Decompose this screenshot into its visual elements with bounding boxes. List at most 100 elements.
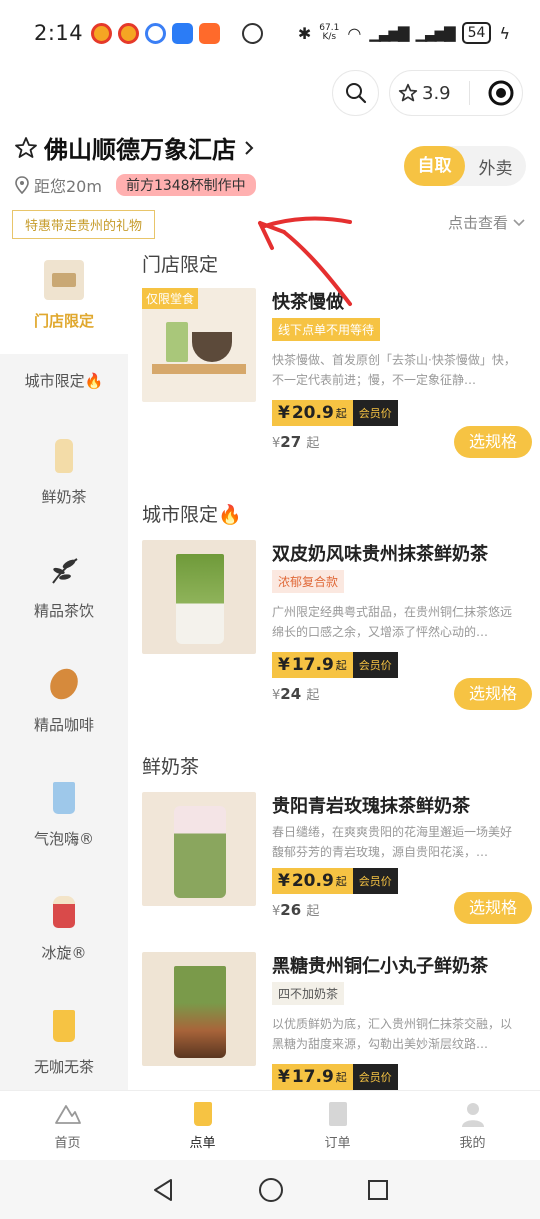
wifi-icon: ◠ xyxy=(347,23,362,43)
product-description: 快茶慢做、首发原创「去茶山·快茶慢做」快，不一定代表前进；慢，不一定象征静… xyxy=(272,353,516,387)
product-image xyxy=(142,952,256,1066)
top-bar: 3.9 xyxy=(0,70,540,116)
member-label: 会员价 xyxy=(352,868,398,894)
recents-icon[interactable] xyxy=(367,1179,389,1201)
sidebar-item-premium-tea[interactable]: 精品茶饮 xyxy=(0,550,128,626)
member-label: 会员价 xyxy=(352,400,398,426)
product-description: 以优质鲜奶为底，汇入贵州铜仁抹茶交融，以黑糖为甜度来源，勾勒出美妙渐层纹路… xyxy=(272,1017,513,1051)
sidebar-item-fresh-milk-tea[interactable]: 鲜奶茶 xyxy=(0,436,128,512)
charging-icon: ϟ xyxy=(499,23,510,43)
bottom-tab-bar: 首页 点单 订单 我的 xyxy=(0,1090,540,1160)
tab-orders[interactable]: 订单 xyxy=(270,1091,405,1160)
tab-profile[interactable]: 我的 xyxy=(405,1091,540,1160)
section-title: 门店限定 xyxy=(142,254,219,276)
tab-label: 首页 xyxy=(54,1136,81,1151)
search-icon xyxy=(345,83,366,104)
sparkling-cup-icon xyxy=(44,778,84,818)
notification-icons xyxy=(91,22,264,44)
member-price: ¥20.9 起 会员价 xyxy=(272,400,398,426)
product-name: 贵阳青岩玫瑰抹茶鲜奶茶 xyxy=(272,796,470,817)
product-name: 黑糖贵州铜仁小丸子鲜奶茶 xyxy=(272,956,488,977)
view-all-label: 点击查看 xyxy=(447,214,508,232)
original-price: ¥24 起 xyxy=(272,685,320,703)
view-all-link[interactable]: 点击查看 xyxy=(448,212,526,233)
section-title: 城市限定🔥 xyxy=(142,504,242,526)
tab-order[interactable]: 点单 xyxy=(135,1091,270,1160)
sidebar-item-store-limited[interactable]: 门店限定 xyxy=(0,244,128,354)
close-target-button[interactable] xyxy=(488,80,514,106)
store-header: 佛山顺德万象汇店 距您20m 前方1348杯制作中 自取 外卖 xyxy=(14,130,526,197)
home-circle-icon[interactable] xyxy=(258,1177,284,1203)
bluetooth-icon: ✱ xyxy=(297,23,312,43)
chevron-down-icon xyxy=(513,218,525,226)
chevron-right-icon xyxy=(245,140,254,155)
sidebar-item-city-limited[interactable]: 城市限定🔥 xyxy=(0,370,128,400)
back-icon[interactable] xyxy=(151,1178,175,1202)
order-mode-toggle: 自取 外卖 xyxy=(404,146,526,186)
alarm-icon xyxy=(242,22,264,44)
sidebar-item-sparkling[interactable]: 气泡嗨® xyxy=(0,778,128,854)
annotation-arrow xyxy=(258,216,352,306)
location-pin-icon xyxy=(15,176,29,194)
product-tag: 四不加奶茶 xyxy=(272,982,345,1005)
weibo-icon xyxy=(118,22,140,44)
member-price: ¥17.9 起 会员价 xyxy=(272,652,398,678)
rating-button[interactable]: 3.9 xyxy=(398,83,451,104)
category-thumbnail xyxy=(44,260,84,300)
store-name: 佛山顺德万象汇店 xyxy=(44,136,236,164)
tea-leaf-icon xyxy=(44,550,84,590)
member-price: ¥17.9 起 会员价 xyxy=(272,1064,398,1090)
app-notification-icon xyxy=(145,22,167,44)
signal-icon: ▁▃▅▇ xyxy=(369,24,409,42)
store-distance: 距您20m xyxy=(34,177,102,196)
weibo-icon xyxy=(91,22,113,44)
sidebar-item-label: 气泡嗨® xyxy=(33,830,94,848)
app-notification-icon xyxy=(172,22,194,44)
sidebar-item-label: 无咖无茶 xyxy=(33,1058,94,1076)
sidebar-item-label: 精品咖啡 xyxy=(33,716,94,734)
member-label: 会员价 xyxy=(352,652,398,678)
product-card[interactable]: 双皮奶风味贵州抹茶鲜奶茶 浓郁复合款 广州限定经典粤式甜品，在贵州铜仁抹茶悠远绵… xyxy=(142,540,532,740)
tab-label: 点单 xyxy=(189,1136,216,1151)
star-icon xyxy=(398,83,418,102)
mode-delivery-tab[interactable]: 外卖 xyxy=(465,154,526,179)
product-list: 门店限定 仅限堂食 快茶慢做 线下点单不用等待 快茶慢做、首发原创「去茶山·快茶… xyxy=(128,244,540,1090)
system-nav-bar xyxy=(0,1160,540,1219)
sidebar-item-label: 鲜奶茶 xyxy=(41,488,87,506)
sidebar-item-label: 精品茶饮 xyxy=(33,602,94,620)
product-tag: 线下点单不用等待 xyxy=(272,318,381,341)
mini-program-capsule: 3.9 xyxy=(389,70,523,116)
status-right: ✱ 67.1 K/s ◠ ▁▃▅▇ ▁▃▅▇ 54 ϟ xyxy=(298,22,510,44)
app-notification-icon xyxy=(199,22,221,44)
product-name: 双皮奶风味贵州抹茶鲜奶茶 xyxy=(272,544,488,565)
search-button[interactable] xyxy=(332,70,379,116)
milk-bottle-icon xyxy=(44,436,84,476)
select-spec-button[interactable]: 选规格 xyxy=(454,892,532,924)
product-card[interactable]: 黑糖贵州铜仁小丸子鲜奶茶 四不加奶茶 以优质鲜奶为底，汇入贵州铜仁抹茶交融，以黑… xyxy=(142,952,532,1090)
select-spec-button[interactable]: 选规格 xyxy=(454,678,532,710)
select-spec-button[interactable]: 选规格 xyxy=(454,426,532,458)
sidebar-item-label: 冰旋® xyxy=(41,944,87,962)
member-price: ¥20.9 起 会员价 xyxy=(272,868,398,894)
tab-label: 我的 xyxy=(459,1136,486,1151)
ice-blend-cup-icon xyxy=(44,892,84,932)
tab-home[interactable]: 首页 xyxy=(0,1091,135,1160)
sidebar-item-ice-blend[interactable]: 冰旋® xyxy=(0,892,128,968)
receipt-icon xyxy=(324,1100,352,1128)
promo-banner[interactable]: 特惠带走贵州的礼物 xyxy=(12,210,156,239)
mode-pickup-tab[interactable]: 自取 xyxy=(404,146,465,186)
original-price: ¥26 起 xyxy=(272,901,320,919)
product-card[interactable]: 仅限堂食 快茶慢做 线下点单不用等待 快茶慢做、首发原创「去茶山·快茶慢做」快，… xyxy=(142,288,532,488)
favorite-star-icon[interactable] xyxy=(14,136,38,160)
queue-badge: 前方1348杯制作中 xyxy=(115,174,256,196)
sidebar-item-label: 门店限定 xyxy=(33,312,94,330)
target-icon xyxy=(488,80,514,106)
cup-icon xyxy=(189,1100,217,1128)
sidebar-item-no-caffeine[interactable]: 无咖无茶 xyxy=(0,1006,128,1082)
category-sidebar: 门店限定 城市限定🔥 鲜奶茶 精品茶饮 精品咖啡 气泡嗨® 冰旋® 无咖无茶 xyxy=(0,244,128,1090)
battery-indicator: 54 xyxy=(461,22,492,44)
capsule-divider xyxy=(468,81,470,105)
product-tag: 浓郁复合款 xyxy=(272,570,345,593)
tab-label: 订单 xyxy=(324,1136,351,1151)
sidebar-item-premium-coffee[interactable]: 精品咖啡 xyxy=(0,663,128,740)
